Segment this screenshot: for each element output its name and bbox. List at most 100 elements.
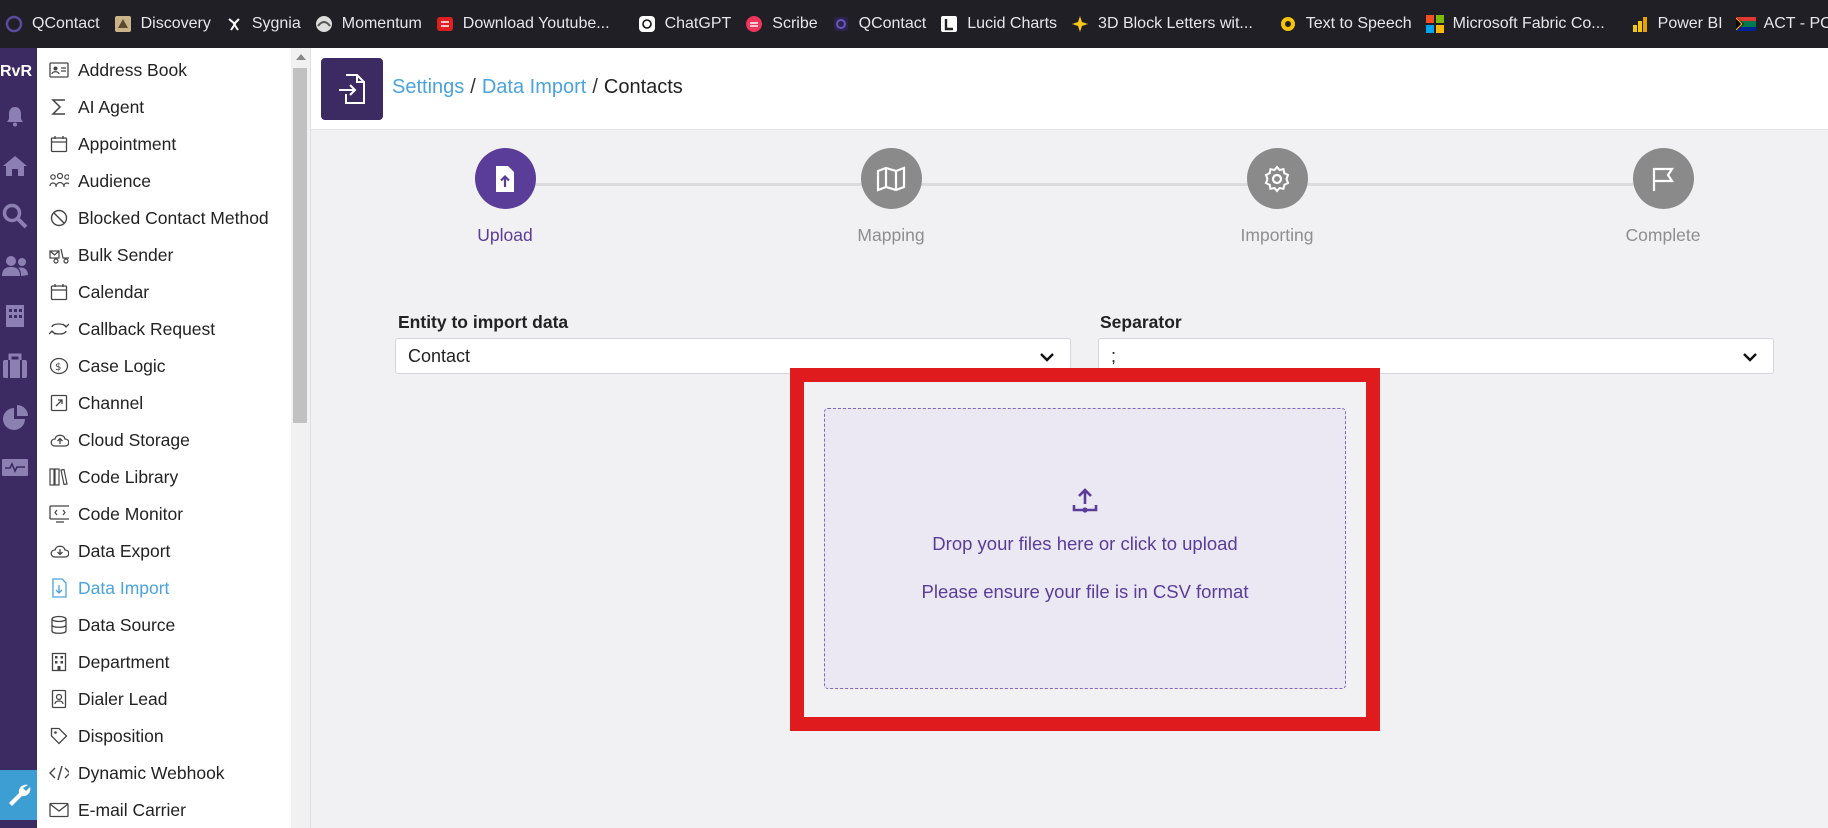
sidebar-item-ai-agent[interactable]: AI Agent <box>49 92 144 122</box>
momentum-icon <box>314 14 334 34</box>
breadcrumb-contacts: Contacts <box>603 76 683 98</box>
sidebar-item-data-export[interactable]: Data Export <box>49 536 170 566</box>
sidebar-item-calendar[interactable]: Calendar <box>49 277 149 307</box>
monitor-icon[interactable] <box>1 454 29 482</box>
svg-text:$: $ <box>55 362 61 373</box>
bookmark-download-youtube[interactable]: Download Youtube... <box>433 0 621 48</box>
step-importing-label: Importing <box>1240 225 1314 245</box>
pie-chart-icon[interactable] <box>1 404 29 432</box>
step-importing: Importing <box>1197 148 1357 246</box>
page-header: Settings / Data Import / Contacts <box>311 48 1828 130</box>
audience-icon <box>49 171 69 191</box>
calendar-icon <box>49 134 69 154</box>
building-icon[interactable] <box>1 302 29 330</box>
bookmark-chatgpt[interactable]: ChatGPT <box>635 0 743 48</box>
bookmark-3d-block-letters[interactable]: 3D Block Letters wit... <box>1068 0 1264 48</box>
users-icon[interactable] <box>1 252 29 280</box>
sidebar-item-disposition[interactable]: Disposition <box>49 721 164 751</box>
step-mapping: Mapping <box>811 148 971 246</box>
bookmark-scribe[interactable]: Scribe <box>742 0 828 48</box>
bookmark-lucid-charts[interactable]: Lucid Charts <box>937 0 1068 48</box>
discovery-icon <box>113 14 133 34</box>
breadcrumb-separator: / <box>470 76 476 98</box>
briefcase-icon[interactable] <box>1 352 29 380</box>
bookmark-sygnia[interactable]: Sygnia <box>222 0 312 48</box>
scroll-up-arrow[interactable] <box>296 54 306 60</box>
sidebar-item-channel[interactable]: Channel <box>49 388 143 418</box>
stepper-track <box>505 183 1665 186</box>
cloud-download-icon <box>49 541 69 561</box>
tts-icon <box>1278 14 1298 34</box>
tag-icon <box>49 726 69 746</box>
step-complete-label: Complete <box>1625 225 1701 245</box>
file-dropzone[interactable]: Drop your files here or click to upload … <box>824 408 1346 689</box>
powerbi-icon <box>1630 14 1650 34</box>
sigma-icon <box>49 97 69 117</box>
map-icon <box>876 165 906 192</box>
file-import-icon <box>49 578 69 598</box>
code-library-icon <box>49 467 69 487</box>
sygnia-icon <box>224 14 244 34</box>
bookmarks-bar: QContact Discovery Sygnia Momentum Downl… <box>0 0 1828 48</box>
breadcrumb-settings[interactable]: Settings <box>392 76 464 98</box>
search-icon[interactable] <box>1 202 29 230</box>
scribe-icon <box>744 14 764 34</box>
contact-card-icon <box>49 689 69 709</box>
sidebar-item-dialer-lead[interactable]: Dialer Lead <box>49 684 168 714</box>
breadcrumb-data-import[interactable]: Data Import <box>482 76 586 98</box>
home-icon[interactable] <box>1 152 29 180</box>
code-monitor-icon <box>49 504 69 524</box>
bookmark-discovery[interactable]: Discovery <box>111 0 222 48</box>
code-icon <box>49 763 69 783</box>
bulk-sender-icon <box>49 245 69 265</box>
sidebar-item-email-carrier[interactable]: E-mail Carrier <box>49 795 186 825</box>
bookmark-power-bi[interactable]: Power BI <box>1628 0 1734 48</box>
entity-select-value: Contact <box>408 345 471 366</box>
brand-logo: RvR <box>0 63 33 80</box>
scrollbar-thumb[interactable] <box>293 68 307 423</box>
sidebar-item-department[interactable]: Department <box>49 647 169 677</box>
bookmark-momentum[interactable]: Momentum <box>312 0 433 48</box>
sidebar-item-appointment[interactable]: Appointment <box>49 129 176 159</box>
step-upload: Upload <box>425 148 585 246</box>
dropzone-format-note: Please ensure your file is in CSV format <box>921 581 1249 602</box>
upload-icon <box>1071 487 1099 515</box>
sidebar-scrollbar[interactable] <box>291 48 311 828</box>
sidebar-item-cloud-storage[interactable]: Cloud Storage <box>49 425 190 455</box>
bell-icon[interactable] <box>1 102 29 130</box>
bookmark-qcontact-2[interactable]: QContact <box>829 0 938 48</box>
step-upload-label: Upload <box>477 225 533 245</box>
flag-za-icon <box>1735 14 1756 34</box>
address-book-icon <box>49 60 69 80</box>
bookmark-act-popia[interactable]: ACT - POPIA <box>1734 0 1828 48</box>
breadcrumb-separator: / <box>592 76 598 98</box>
flag-icon <box>1652 167 1675 191</box>
sidebar-item-callback-request[interactable]: Callback Request <box>49 314 215 344</box>
sidebar-item-blocked-contact-method[interactable]: Blocked Contact Method <box>49 203 269 233</box>
sidebar-item-address-book[interactable]: Address Book <box>49 55 187 85</box>
sidebar-item-data-import[interactable]: Data Import <box>49 573 169 603</box>
separator-select-value: ; <box>1111 345 1117 366</box>
download-youtube-icon <box>435 14 455 34</box>
sidebar-item-case-logic[interactable]: $ Case Logic <box>49 351 166 381</box>
bookmark-text-to-speech[interactable]: Text to Speech <box>1276 0 1423 48</box>
sidebar-item-audience[interactable]: Audience <box>49 166 151 196</box>
callback-icon <box>49 319 69 339</box>
chevron-down-icon <box>1040 353 1054 362</box>
building-icon <box>49 652 69 672</box>
sidebar-item-bulk-sender[interactable]: Bulk Sender <box>49 240 173 270</box>
sidebar-item-data-source[interactable]: Data Source <box>49 610 175 640</box>
breadcrumb: Settings / Data Import / Contacts <box>392 76 683 99</box>
entity-label: Entity to import data <box>398 312 569 332</box>
bookmark-qcontact[interactable]: QContact <box>2 0 111 48</box>
sidebar-item-code-library[interactable]: Code Library <box>49 462 178 492</box>
sidebar-item-dynamic-webhook[interactable]: Dynamic Webhook <box>49 758 225 788</box>
case-logic-icon: $ <box>49 356 69 376</box>
sidebar-item-code-monitor[interactable]: Code Monitor <box>49 499 183 529</box>
bookmark-microsoft-fabric[interactable]: Microsoft Fabric Co... <box>1423 0 1616 48</box>
microsoft-icon <box>1425 14 1445 34</box>
wrench-icon[interactable] <box>0 770 37 820</box>
channel-icon <box>49 393 69 413</box>
sparkle-icon <box>1070 14 1090 34</box>
file-import-icon <box>339 74 365 104</box>
